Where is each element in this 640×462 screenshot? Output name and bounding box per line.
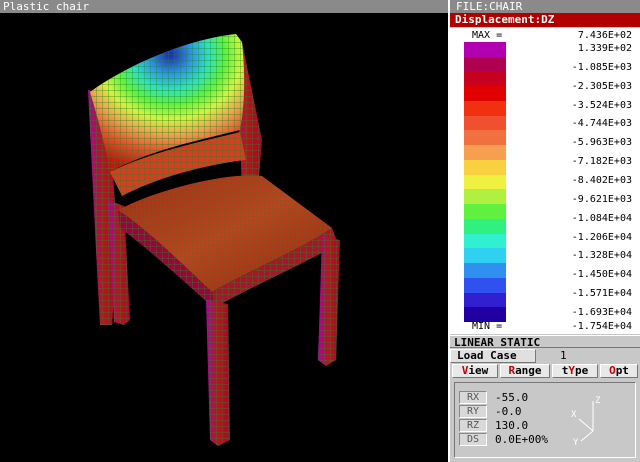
rotation-y-value[interactable]: -0.0	[495, 405, 522, 418]
legend-swatch	[464, 159, 506, 176]
legend-swatch	[464, 115, 506, 131]
chair-leg-front-right	[318, 236, 340, 366]
legend-swatch	[464, 56, 506, 72]
legend-swatch	[464, 174, 506, 190]
view-parameters: RX -55.0 RY -0.0 RZ 130.0 DS 0.0E+00% Z …	[454, 382, 636, 458]
legend-min-tag: MIN =	[472, 321, 503, 332]
rotation-z-tag: RZ	[459, 419, 487, 432]
view-menu-button[interactable]: View	[452, 364, 498, 378]
legend-label: -1.084E+04	[571, 212, 632, 224]
axis-x-label: X	[571, 410, 577, 420]
axis-triad-icon: Z X Y	[571, 396, 601, 447]
load-case-value: 1	[560, 349, 567, 362]
legend-label: -1.328E+04	[571, 250, 632, 262]
legend-label: -3.524E+03	[571, 99, 632, 111]
legend-label: -9.621E+03	[571, 193, 632, 205]
axis-z-label: Z	[595, 396, 601, 406]
legend-swatch	[464, 248, 506, 264]
legend-swatch	[464, 42, 506, 58]
legend-swatch	[464, 130, 506, 146]
rotation-z-value[interactable]: 130.0	[495, 419, 528, 432]
range-menu-button[interactable]: Range	[500, 364, 550, 378]
viewport-title: Plastic chair	[0, 0, 448, 13]
axis-y-label: Y	[573, 438, 579, 447]
legend-label: 7.436E+02	[577, 30, 632, 41]
legend-swatch	[464, 145, 506, 161]
options-menu-button[interactable]: Opt	[600, 364, 638, 378]
displacement-scale-tag: DS	[459, 433, 487, 446]
rotation-y-tag: RY	[459, 405, 487, 418]
legend-swatch	[464, 233, 506, 249]
legend-max-tag: MAX =	[472, 30, 503, 41]
color-legend: MAX = MIN = 7.436E+02 1.339E+02 -1.085E+03…	[450, 28, 640, 334]
displacement-scale-value[interactable]: 0.0E+00%	[495, 433, 548, 446]
legend-swatch	[464, 86, 506, 102]
legend-swatch	[464, 292, 506, 308]
load-case-button[interactable]: Load Case	[450, 349, 536, 363]
legend-label: -1.085E+03	[571, 61, 632, 73]
legend-label: -1.693E+04	[571, 307, 632, 318]
menu-bar: View Range tYpe Opt	[450, 364, 640, 378]
legend-swatch	[464, 189, 506, 205]
rotation-x-tag: RX	[459, 391, 487, 404]
legend-label: -8.402E+03	[571, 175, 632, 186]
legend-swatch	[464, 71, 506, 87]
rotation-x-value[interactable]: -55.0	[495, 391, 528, 404]
legend-label: -1.206E+04	[571, 231, 632, 243]
legend-label: -4.744E+03	[571, 118, 632, 130]
legend-label: -1.571E+04	[571, 288, 632, 300]
legend-label: -2.305E+03	[571, 80, 632, 92]
analysis-type: LINEAR STATIC	[450, 335, 640, 349]
file-title: FILE:CHAIR	[450, 0, 640, 13]
chair-model	[88, 34, 340, 446]
legend-label: -1.754E+04	[571, 321, 632, 332]
legend-swatch	[464, 100, 506, 117]
legend-swatch	[464, 204, 506, 220]
legend-swatch	[464, 277, 506, 294]
legend-label: -7.182E+03	[571, 156, 632, 168]
legend-swatch	[464, 307, 506, 323]
legend-label: -1.450E+04	[571, 269, 632, 281]
control-panel: FILE:CHAIR Displacement:DZ MAX = MIN = 7…	[448, 0, 640, 462]
load-case-row: Load Case 1	[450, 349, 640, 363]
type-menu-button[interactable]: tYpe	[552, 364, 598, 378]
model-viewport[interactable]: Plastic chair	[0, 0, 448, 462]
legend-label: -5.963E+03	[571, 137, 632, 149]
chair-leg-front-left	[206, 300, 230, 446]
result-type-title: Displacement:DZ	[450, 13, 640, 27]
legend-swatch	[464, 263, 506, 279]
legend-label: 1.339E+02	[577, 43, 632, 54]
legend-swatch	[464, 218, 506, 235]
